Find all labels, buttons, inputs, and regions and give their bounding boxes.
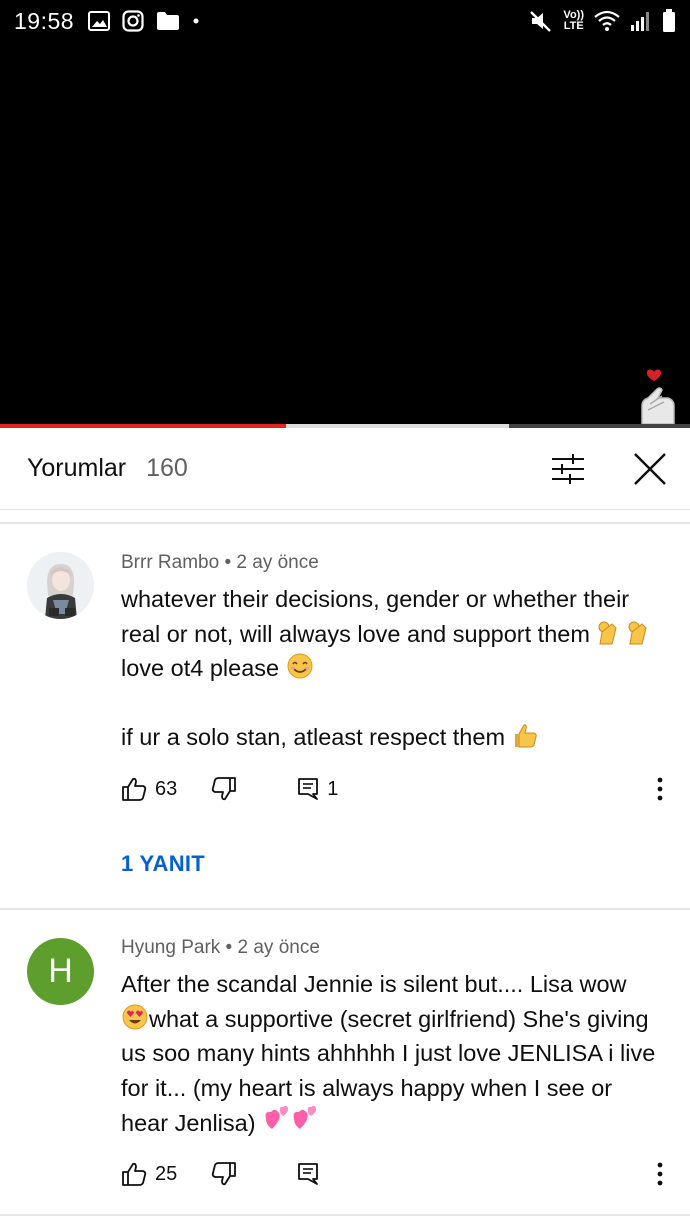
status-time: 19:58 xyxy=(14,7,75,34)
wifi-icon xyxy=(594,10,620,31)
comments-title: Yorumlar xyxy=(27,454,127,482)
comments-count: 160 xyxy=(146,454,188,482)
more-vert-icon[interactable] xyxy=(654,1159,666,1189)
comment-meta: Hyung Park • 2 ay önce xyxy=(121,937,666,959)
comment-author[interactable]: Brrr Rambo xyxy=(121,552,219,573)
comment-line xyxy=(121,686,666,720)
reply-count: 1 xyxy=(327,777,339,800)
like-count: 63 xyxy=(155,777,178,800)
avatar[interactable] xyxy=(27,552,94,619)
comment-body: Hyung Park • 2 ay önce After the scandal… xyxy=(121,937,666,1141)
meta-separator: • xyxy=(219,552,237,573)
heart-hand-icon xyxy=(641,369,675,425)
dot-icon xyxy=(193,18,199,24)
like-count: 25 xyxy=(155,1162,178,1185)
status-left-icons xyxy=(88,10,200,32)
comment-line-with-emoji: love ot4 please xyxy=(121,651,666,686)
battery-icon xyxy=(663,9,675,32)
comment-body: Brrr Rambo • 2 ay önce whatever their de… xyxy=(121,552,666,754)
heart-eyes-emoji-icon xyxy=(122,1004,148,1029)
header-actions xyxy=(550,451,690,487)
comment-line-with-emoji: real or not, will always love and suppor… xyxy=(121,617,666,652)
folder-icon xyxy=(157,12,180,30)
dislike-button[interactable] xyxy=(211,1161,237,1187)
status-bar: 19:58 Vo)) LTE xyxy=(0,0,690,42)
comment-line-with-emoji: what a supportive (secret girlfriend) Sh… xyxy=(121,1002,666,1037)
comment-line: for it... (my heart is always happy when… xyxy=(121,1074,613,1101)
comment-line: After the scandal Jennie is silent but..… xyxy=(121,971,627,997)
two-hearts-emoji-icon xyxy=(265,1105,317,1129)
avatar[interactable]: H xyxy=(27,938,94,1005)
reply-button[interactable] xyxy=(297,1162,319,1186)
ok-hand-emoji-icon xyxy=(598,621,648,644)
comment-actions: 25 xyxy=(121,1159,690,1189)
volte-icon: Vo)) LTE xyxy=(563,10,584,32)
thumbs-up-emoji-icon xyxy=(514,723,537,747)
image-icon xyxy=(88,11,111,31)
comment-age: 2 ay önce xyxy=(236,552,319,573)
more-vert-icon[interactable] xyxy=(654,774,666,804)
status-right-icons: Vo)) LTE xyxy=(529,9,676,33)
thumbs-up-icon xyxy=(122,1162,147,1186)
comment-line: real or not, will always love and suppor… xyxy=(121,620,590,647)
avatar-image xyxy=(27,552,94,619)
comment-line-with-emoji: if ur a solo stan, atleast respect them xyxy=(121,720,666,755)
network-bottom-label: LTE xyxy=(563,20,584,32)
divider xyxy=(0,522,690,524)
comment-actions: 63 1 xyxy=(121,774,690,804)
comment-line: love ot4 please xyxy=(121,655,280,681)
instagram-icon xyxy=(122,10,144,32)
like-button[interactable]: 63 xyxy=(121,776,177,802)
comment-icon xyxy=(298,778,319,800)
comment-text: whatever their decisions, gender or whet… xyxy=(121,582,666,754)
comment-line: what a supportive (secret girlfriend) Sh… xyxy=(149,1005,649,1032)
comment-line: hear Jenlisa) xyxy=(121,1110,256,1136)
divider xyxy=(0,908,690,910)
sliders-icon[interactable] xyxy=(550,451,586,487)
video-player[interactable]: 19:58 Vo)) LTE xyxy=(0,0,690,428)
divider xyxy=(0,1214,690,1216)
thumbs-up-icon xyxy=(122,777,147,801)
signal-icon xyxy=(631,12,649,31)
comment-author[interactable]: Hyung Park xyxy=(121,937,220,958)
dislike-button[interactable] xyxy=(211,776,237,802)
like-button[interactable]: 25 xyxy=(121,1161,177,1187)
view-replies-link[interactable]: 1 YANIT xyxy=(121,851,205,877)
comment-line-with-emoji: hear Jenlisa) xyxy=(121,1105,666,1141)
thumbs-down-icon xyxy=(212,777,237,801)
smiling-face-emoji-icon xyxy=(287,653,313,679)
thumbs-down-icon xyxy=(212,1162,237,1186)
comment-line: us soo many hints ahhhhh I just love JEN… xyxy=(121,1040,656,1066)
comment-text: After the scandal Jennie is silent but..… xyxy=(121,967,666,1141)
comment-age: 2 ay önce xyxy=(237,937,320,958)
comment-icon xyxy=(298,1163,319,1185)
reply-button[interactable]: 1 xyxy=(297,777,338,801)
mute-icon xyxy=(530,11,552,32)
meta-separator: • xyxy=(220,937,238,958)
comment-line: whatever their decisions, gender or whet… xyxy=(121,586,630,612)
comments-header: Yorumlar 160 xyxy=(0,428,690,510)
close-icon[interactable] xyxy=(632,451,668,487)
comment-line: if ur a solo stan, atleast respect them xyxy=(121,723,506,750)
comment-meta: Brrr Rambo • 2 ay önce xyxy=(121,552,666,574)
